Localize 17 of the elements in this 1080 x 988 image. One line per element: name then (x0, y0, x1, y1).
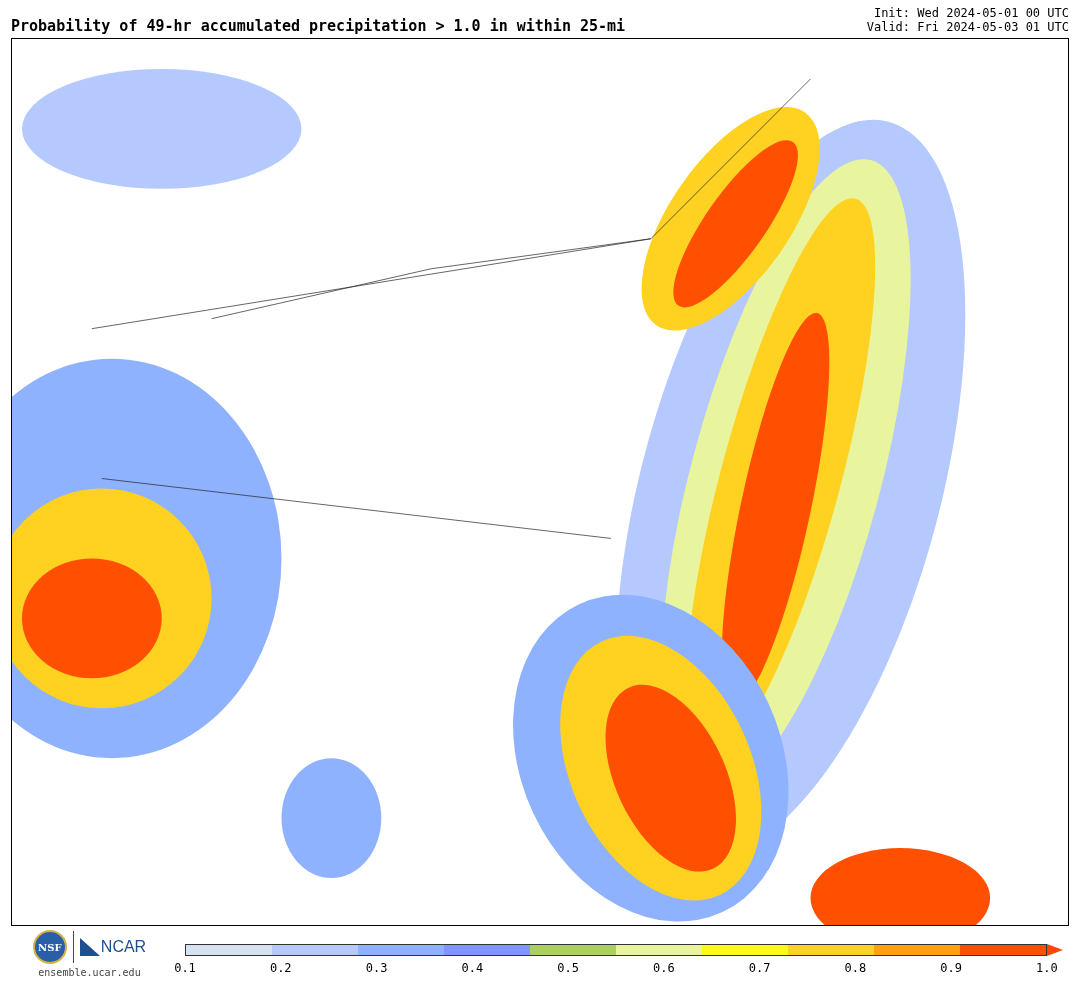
nsf-logo: NSF (32, 930, 67, 964)
init-time: Init: Wed 2024-05-01 00 UTC (873, 6, 1069, 20)
colorbar-arrow-icon (1047, 944, 1063, 956)
colorbar-tick-label: 0.1 (173, 960, 197, 977)
valid-time: Valid: Fri 2024-05-03 01 UTC (866, 20, 1069, 34)
chart-title: Probability of 49-hr accumulated precipitation > 1.0 in within 25-mi (11, 19, 626, 34)
colorbar-tick-label: 0.2 (268, 960, 293, 977)
colorbar-tick-label: 0.9 (939, 960, 963, 977)
colorbar-tick-label: 0.5 (556, 960, 580, 977)
colorbar-tick-label: 0.8 (843, 960, 868, 977)
colorbar-tick-label: 1.0 (1035, 960, 1059, 977)
colorbar-tick-label: 0.6 (652, 960, 676, 977)
ncar-logo: NCAR (79, 935, 147, 959)
colorbar-tick-label: 0.4 (460, 960, 485, 977)
colorbar-tick-label: 0.3 (364, 960, 389, 977)
website-url: ensemble.ucar.edu (38, 966, 141, 980)
colorbar-tick-label: 0.7 (747, 960, 772, 977)
